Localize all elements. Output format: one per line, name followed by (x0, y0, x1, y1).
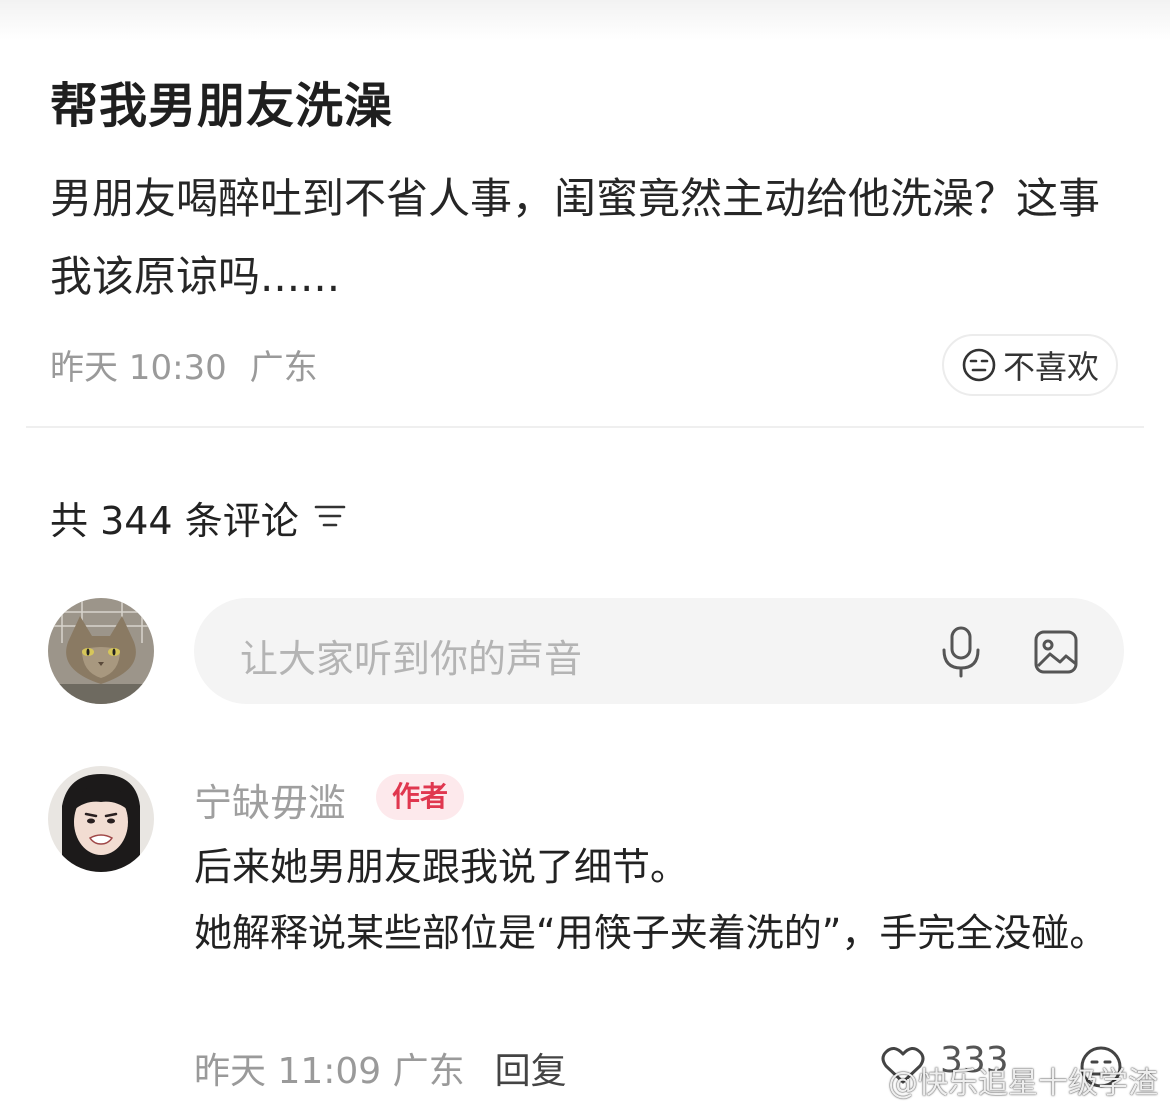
comment-meta: 昨天 11:09 广东 回复 (194, 1042, 567, 1094)
comment-datetime: 昨天 11:09 广东 (194, 1042, 465, 1094)
comment-date: 昨天 11:09 (194, 1051, 382, 1092)
comment-line-1: 后来她男朋友跟我说了细节。 (194, 845, 689, 889)
watermark-text: @快乐追星十级学渣 (888, 1066, 1158, 1101)
comment-avatar[interactable] (48, 766, 154, 872)
comment-text[interactable]: 后来她男朋友跟我说了细节。 她解释说某些部位是“用筷子夹着洗的”，手完全没碰。 (194, 834, 1134, 966)
author-badge: 作者 (376, 774, 465, 820)
comment-input[interactable]: 让大家听到你的声音 (194, 598, 1124, 704)
image-icon[interactable] (1032, 628, 1080, 680)
dislike-label: 不喜欢 (1002, 348, 1099, 386)
post-body: 男朋友喝醉吐到不省人事，闺蜜竟然主动给他洗澡？这事我该原谅吗...... (50, 174, 1101, 301)
post-date: 昨天 10:30 (50, 348, 227, 388)
reply-button[interactable]: 回复 (495, 1042, 567, 1094)
weibo-logo-icon (848, 1068, 881, 1094)
comment-input-placeholder: 让大家听到你的声音 (240, 637, 583, 681)
mic-icon[interactable] (938, 624, 984, 684)
comment-username[interactable]: 宁缺毋滥 (194, 772, 346, 827)
top-fade (0, 0, 1170, 40)
comment-line-2: 她解释说某些部位是“用筷子夹着洗的”，手完全没碰。 (194, 911, 1108, 955)
post-location: 广东 (249, 348, 318, 388)
sort-icon[interactable] (313, 496, 347, 540)
comments-count: 共 344 条评论 (50, 499, 299, 543)
post-meta: 昨天 10:30 广东 (50, 340, 318, 389)
comment-location: 广东 (392, 1051, 465, 1092)
dislike-button[interactable]: 不喜欢 (942, 334, 1118, 396)
post-title: 帮我男朋友洗澡 (50, 78, 394, 134)
divider (26, 426, 1144, 428)
my-avatar[interactable] (48, 598, 154, 704)
neutral-face-icon (962, 348, 996, 382)
watermark: @快乐追星十级学渣 (848, 1058, 1158, 1102)
comments-header: 共 344 条评论 (50, 490, 347, 545)
